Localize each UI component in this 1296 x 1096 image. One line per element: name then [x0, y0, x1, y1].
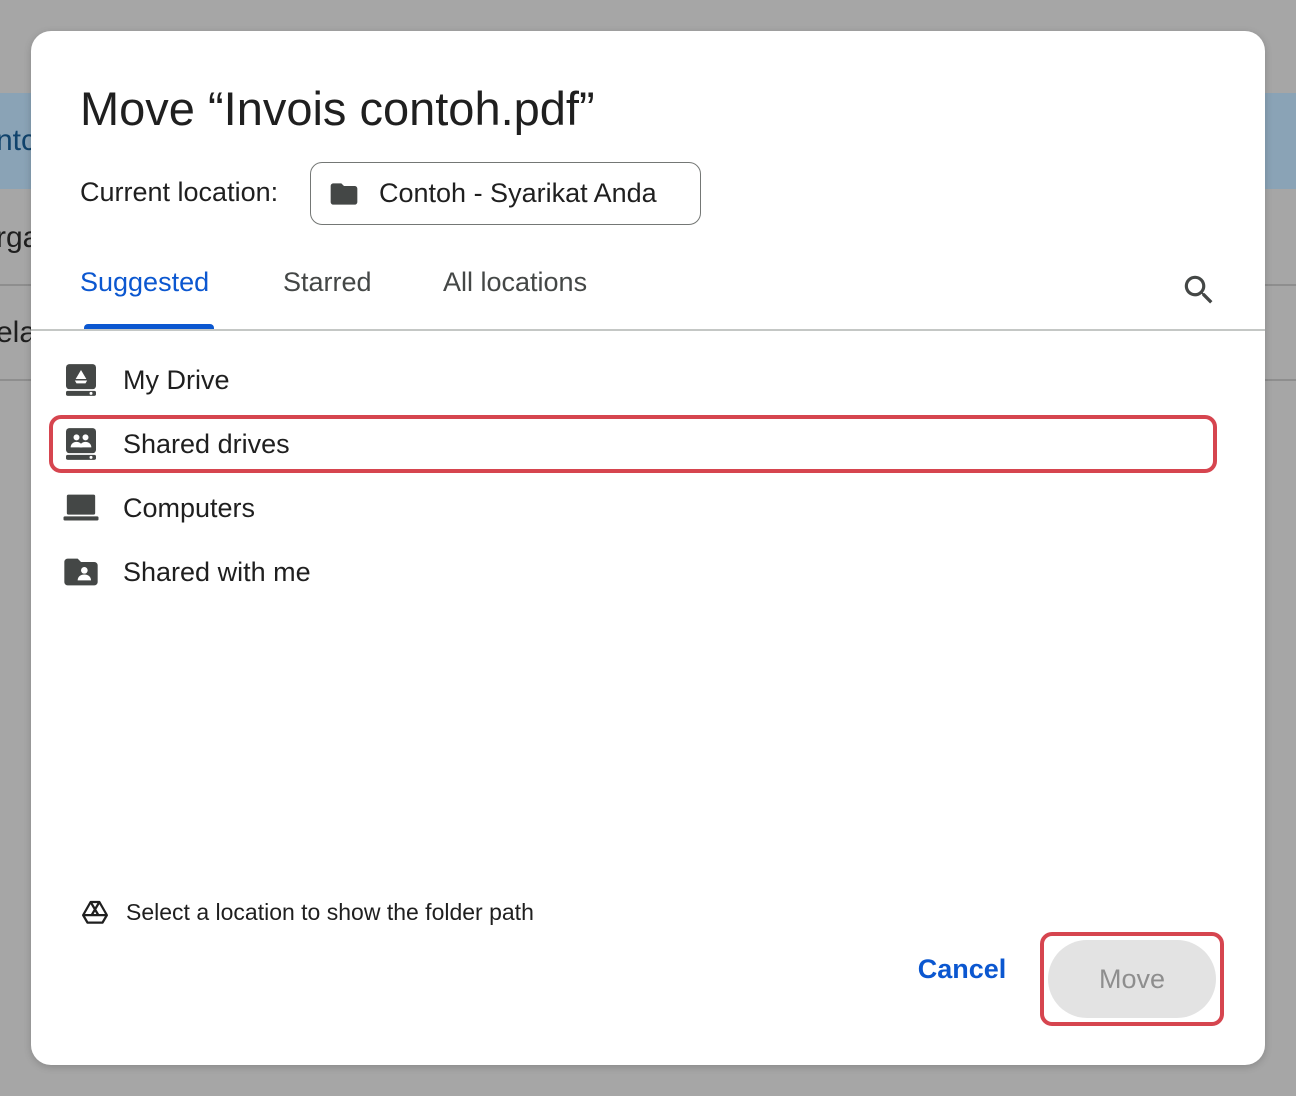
dialog-title: Move “Invois contoh.pdf”	[80, 82, 595, 135]
location-item-shared-with-me[interactable]: Shared with me	[51, 544, 1215, 600]
folder-icon	[330, 182, 358, 205]
move-button[interactable]: Move	[1048, 940, 1216, 1018]
current-location-chip[interactable]: Contoh - Syarikat Anda	[310, 162, 701, 225]
tab-suggested[interactable]: Suggested	[80, 267, 209, 298]
tab-starred[interactable]: Starred	[283, 267, 372, 298]
location-item-label: Shared with me	[123, 556, 311, 587]
shared-with-me-icon	[59, 550, 103, 594]
drive-logo-icon	[82, 900, 108, 924]
computer-icon	[59, 486, 103, 530]
location-item-computers[interactable]: Computers	[51, 480, 1215, 536]
tab-all-locations[interactable]: All locations	[443, 267, 587, 298]
my-drive-icon	[59, 358, 103, 402]
current-location-value: Contoh - Syarikat Anda	[379, 178, 657, 208]
location-item-my-drive[interactable]: My Drive	[51, 352, 1215, 408]
location-item-label: Shared drives	[123, 428, 290, 459]
tab-divider	[31, 329, 1265, 331]
cancel-button[interactable]: Cancel	[903, 943, 1021, 995]
location-item-shared-drives[interactable]: Shared drives	[51, 416, 1215, 472]
folder-path-hint: Select a location to show the folder pat…	[80, 897, 534, 927]
search-button[interactable]	[1177, 268, 1221, 312]
move-dialog: Move “Invois contoh.pdf” Current locatio…	[31, 31, 1265, 1065]
search-icon	[1184, 275, 1213, 304]
shared-drives-icon	[59, 422, 103, 466]
current-location-label: Current location:	[80, 177, 279, 207]
folder-path-hint-text: Select a location to show the folder pat…	[126, 898, 534, 925]
location-item-label: My Drive	[123, 364, 230, 395]
location-item-label: Computers	[123, 492, 256, 523]
